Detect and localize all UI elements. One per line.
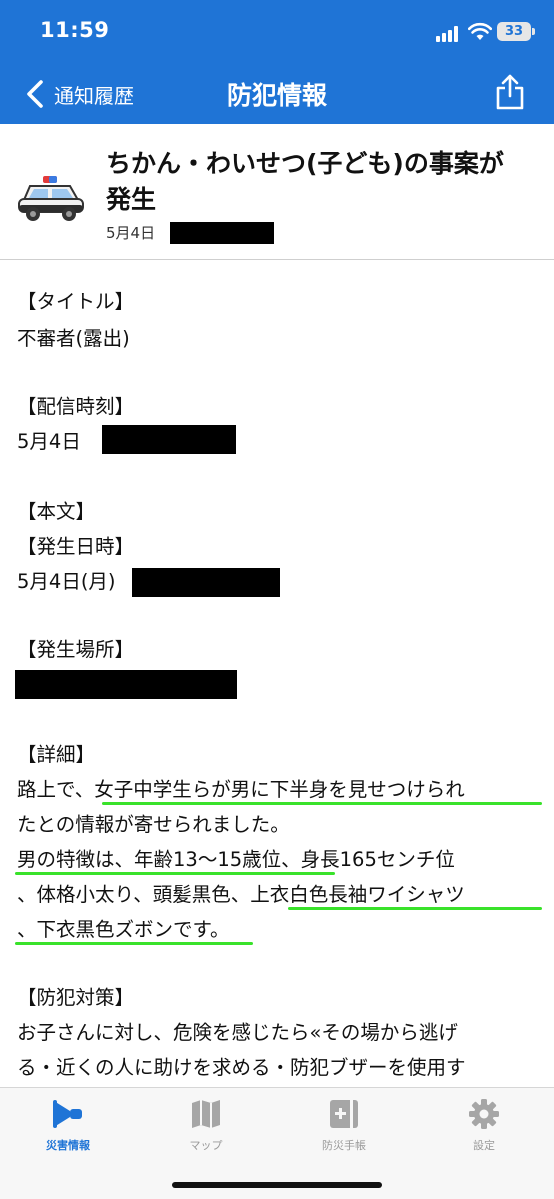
measures-line: お子さんに対し、危険を感じたら«その場から逃げ xyxy=(17,1021,458,1044)
occurred-heading: 【発生日時】 xyxy=(17,535,135,558)
measures-line: る・近くの人に助けを求める・防犯ブザーを使用す xyxy=(17,1056,466,1079)
highlight-underline xyxy=(15,942,253,945)
redacted-time xyxy=(170,222,274,244)
title-value: 不審者(露出) xyxy=(17,327,130,350)
incident-title-line-1: ちかん・わいせつ(子ども)の事案が xyxy=(106,149,504,178)
measures-heading: 【防犯対策】 xyxy=(17,986,135,1009)
main-heading: 【本文】 xyxy=(17,500,96,523)
incident-date: 5月4日 xyxy=(106,224,156,242)
redacted-place xyxy=(15,670,237,699)
highlight-underline xyxy=(102,802,542,805)
redacted-occurred-time xyxy=(132,568,280,597)
gear-icon xyxy=(469,1099,499,1129)
battery-nub xyxy=(532,28,535,35)
title-heading: 【タイトル】 xyxy=(17,290,135,313)
wifi-icon xyxy=(468,22,492,40)
detail-line: たとの情報が寄せられました。 xyxy=(17,813,290,836)
megaphone-icon xyxy=(53,1100,82,1128)
share-icon[interactable] xyxy=(494,74,526,110)
tab-label: 設定 xyxy=(473,1139,495,1152)
incident-title-line-2: 発生 xyxy=(106,185,157,214)
tab-disaster-notebook[interactable]: 防災手帳 xyxy=(284,1098,404,1153)
tab-map[interactable]: マップ xyxy=(146,1098,266,1153)
battery-indicator: 33 xyxy=(497,22,531,41)
navigation-bar: 通知履歴 防犯情報 xyxy=(0,62,554,124)
tab-label: 防災手帳 xyxy=(322,1139,366,1152)
status-bar: 11:59 33 xyxy=(0,0,554,62)
tab-label: 災害情報 xyxy=(46,1139,90,1152)
detail-line: 路上で、女子中学生らが男に下半身を見せつけられ xyxy=(17,778,465,801)
cellular-signal-icon xyxy=(436,26,460,42)
tab-disaster-info[interactable]: 災害情報 xyxy=(8,1098,128,1153)
delivery-heading: 【配信時刻】 xyxy=(17,395,135,418)
detail-line: 男の特徴は、年齢13～15歳位、身長165センチ位 xyxy=(17,848,455,871)
first-aid-notebook-icon xyxy=(330,1100,358,1128)
detail-line: 、下衣黒色ズボンです。 xyxy=(17,918,230,941)
map-icon xyxy=(192,1100,220,1128)
police-car-icon xyxy=(18,176,84,221)
occurred-date: 5月4日(月) xyxy=(17,570,116,593)
home-indicator xyxy=(172,1182,382,1188)
detail-heading: 【詳細】 xyxy=(17,743,96,766)
page-title: 防犯情報 xyxy=(226,81,327,110)
incident-header: ちかん・わいせつ(子ども)の事案が 発生 5月4日 xyxy=(0,124,554,260)
top-bar: 11:59 33 通知履歴 防犯情報 xyxy=(0,0,554,124)
highlight-underline xyxy=(15,872,335,875)
message-body: 【タイトル】 不審者(露出) 【配信時刻】 5月4日 【本文】 【発生日時】 5… xyxy=(0,261,554,1087)
highlight-underline xyxy=(288,907,542,910)
status-time: 11:59 xyxy=(40,18,110,42)
delivery-date: 5月4日 xyxy=(17,430,81,453)
tab-settings[interactable]: 設定 xyxy=(424,1098,544,1153)
place-heading: 【発生場所】 xyxy=(17,638,135,661)
tab-label: マップ xyxy=(189,1139,223,1152)
incident-title: ちかん・わいせつ(子ども)の事案が 発生 xyxy=(106,146,536,218)
redacted-delivery-time xyxy=(102,425,236,454)
detail-line: 、体格小太り、頭髪黒色、上衣白色長袖ワイシャツ xyxy=(17,883,465,906)
